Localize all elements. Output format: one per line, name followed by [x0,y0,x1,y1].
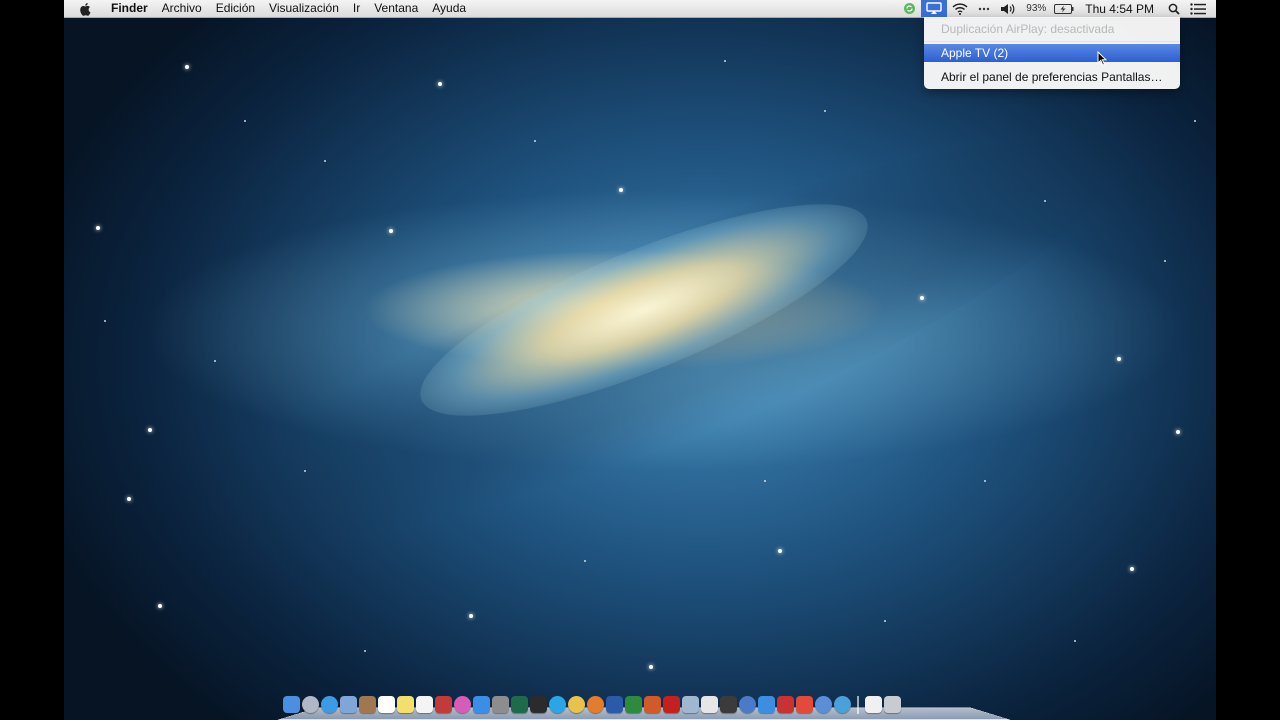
notification-center-icon[interactable] [1185,0,1216,17]
menu-item-open-displays-preferences[interactable]: Abrir el panel de preferencias Pantallas… [924,68,1180,86]
menu-ventana[interactable]: Ventana [367,0,425,17]
menu-edicion[interactable]: Edición [209,0,262,17]
app-store-icon[interactable] [473,696,490,713]
dock-icons [283,696,901,714]
airplay-menu: Duplicación AirPlay: desactivada Apple T… [924,17,1180,89]
acrobat-icon[interactable] [663,696,680,713]
menu-finder[interactable]: Finder [104,0,155,17]
wunderlist-icon[interactable] [796,696,813,713]
mail-icon[interactable] [340,696,357,713]
powerpoint-icon[interactable] [644,696,661,713]
trash-icon[interactable] [884,696,901,713]
word-icon[interactable] [606,696,623,713]
menu-visualizacion[interactable]: Visualización [262,0,346,17]
firefox-icon[interactable] [587,696,604,713]
airplay-icon[interactable] [921,0,948,17]
notes-icon[interactable] [397,696,414,713]
dropbox-icon[interactable] [758,696,775,713]
menu-bar: Finder Archivo Edición Visualización Ir … [64,0,1216,18]
menu-ir[interactable]: Ir [346,0,367,17]
spotlight-search-icon[interactable] [1163,0,1185,17]
wifi-icon[interactable] [947,0,973,17]
airplay-mirroring-status: Duplicación AirPlay: desactivada [941,22,1115,36]
menu-separator [924,41,1180,42]
excel-icon[interactable] [625,696,642,713]
network-icon[interactable] [815,696,832,713]
menu-item-apple-tv[interactable]: Apple TV (2) [924,44,1180,62]
documents-stack-icon[interactable] [865,696,882,713]
volume-icon[interactable] [995,0,1021,17]
contacts-icon[interactable] [359,696,376,713]
reminders-icon[interactable] [416,696,433,713]
menu-ayuda[interactable]: Ayuda [425,0,473,17]
audition-icon[interactable] [511,696,528,713]
photo-booth-icon[interactable] [435,696,452,713]
itunes-icon[interactable] [454,696,471,713]
skype-icon[interactable] [549,696,566,713]
sync-icon[interactable] [898,0,921,17]
mouse-pointer-icon [1097,51,1107,66]
calendar-icon[interactable] [378,696,395,713]
chrome-icon[interactable] [568,696,585,713]
menu-archivo[interactable]: Archivo [155,0,209,17]
battery-charging-icon[interactable] [1049,0,1079,17]
system-preferences-icon[interactable] [492,696,509,713]
dock [277,694,1011,720]
launchpad-icon[interactable] [302,696,319,713]
safari-icon[interactable] [321,696,338,713]
terminal-icon[interactable] [530,696,547,713]
apple-logo-icon[interactable] [78,2,92,16]
desktop: Finder Archivo Edición Visualización Ir … [64,0,1216,720]
battery-percent[interactable]: 93% [1021,0,1049,17]
preview-icon[interactable] [682,696,699,713]
dashboard-icon[interactable] [720,696,737,713]
finder-icon[interactable] [283,696,300,713]
status-area: 93% Thu 4:54 PM [898,0,1216,17]
globe-icon[interactable] [834,696,851,713]
quicktime-icon[interactable] [739,696,756,713]
textedit-icon[interactable] [701,696,718,713]
dock-separator [857,696,859,714]
filezilla-icon[interactable] [777,696,794,713]
bluetooth-icon[interactable] [973,0,995,17]
menu-clock[interactable]: Thu 4:54 PM [1079,0,1163,17]
